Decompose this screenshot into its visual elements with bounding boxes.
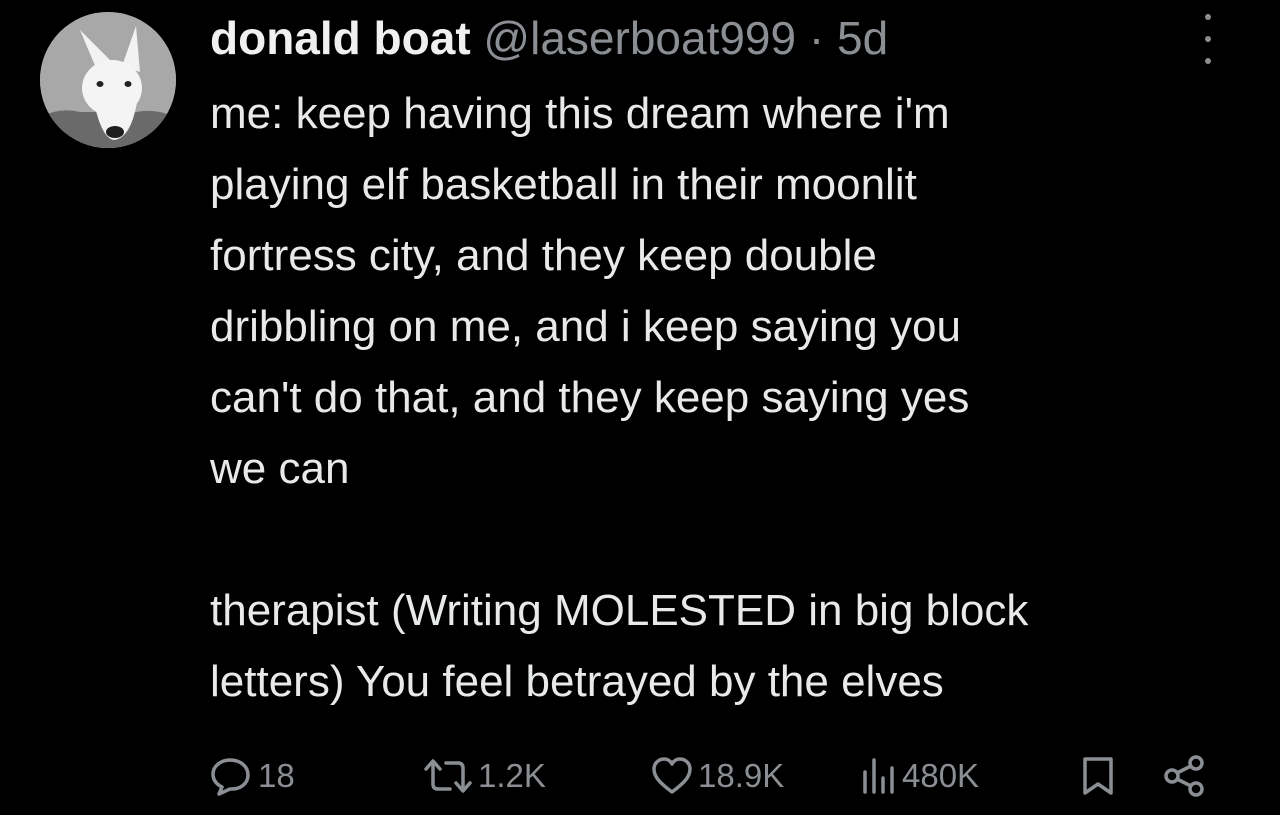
views-icon — [863, 758, 894, 794]
tweet-line: therapist (Writing MOLESTED in big block — [210, 586, 1029, 635]
like-icon — [652, 757, 692, 794]
tweet-line: me: keep having this dream where i'm — [210, 89, 950, 138]
tweet-text: me: keep having this dream where i'm pla… — [210, 78, 1270, 717]
retweet-count: 1.2K — [478, 757, 546, 794]
avatar[interactable] — [40, 12, 176, 148]
tweet-header: donald boat @laserboat999 · 5d — [210, 8, 888, 68]
bookmark-button[interactable] — [1080, 750, 1116, 802]
retweet-button[interactable]: 1.2K — [422, 750, 546, 802]
tweet-line: fortress city, and they keep double — [210, 231, 877, 280]
reply-count: 18 — [258, 757, 295, 794]
reply-button[interactable]: 18 — [210, 750, 295, 802]
like-count: 18.9K — [698, 757, 785, 794]
tweet-line: letters) You feel betrayed by the elves — [210, 657, 944, 706]
views-count: 480K — [902, 757, 980, 794]
tweet-line: playing elf basketball in their moonlit — [210, 160, 917, 209]
separator-dot: · — [808, 12, 825, 64]
bookmark-icon — [1083, 757, 1113, 795]
timestamp[interactable]: 5d — [837, 12, 888, 64]
avatar-dog-image — [40, 12, 176, 148]
author-handle[interactable]: @laserboat999 — [483, 12, 796, 64]
tweet-line: we can — [210, 444, 350, 493]
reply-icon — [211, 758, 250, 796]
share-icon — [1164, 755, 1204, 797]
author-name[interactable]: donald boat — [210, 12, 471, 64]
action-bar: 18 1.2K 18.9K 480K — [210, 750, 1230, 802]
views-button[interactable]: 480K — [858, 750, 979, 802]
like-button[interactable]: 18.9K — [650, 750, 784, 802]
retweet-icon — [424, 759, 472, 793]
tweet-line: dribbling on me, and i keep saying you — [210, 302, 961, 351]
tweet-paragraph-2: therapist (Writing MOLESTED in big block… — [210, 575, 1270, 717]
more-icon[interactable] — [1196, 14, 1220, 64]
tweet-line: can't do that, and they keep saying yes — [210, 373, 970, 422]
tweet-paragraph-1: me: keep having this dream where i'm pla… — [210, 78, 1270, 504]
share-button[interactable] — [1162, 750, 1206, 802]
